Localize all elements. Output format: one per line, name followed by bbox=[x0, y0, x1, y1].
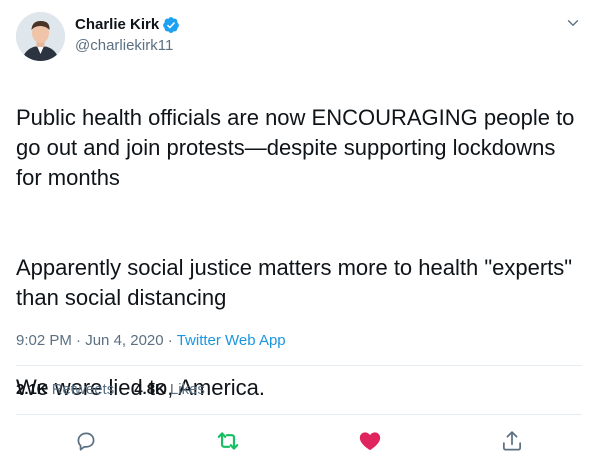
meta-separator: · bbox=[71, 332, 86, 349]
tweet-text: Public health officials are now ENCOURAG… bbox=[16, 73, 586, 433]
likes-count: 4.8K bbox=[134, 381, 166, 398]
handle[interactable]: @charliekirk11 bbox=[75, 36, 180, 56]
tweet-time[interactable]: 9:02 PM bbox=[16, 332, 72, 349]
divider bbox=[16, 414, 582, 415]
retweets-label: Retweets bbox=[51, 381, 115, 398]
share-icon[interactable] bbox=[499, 428, 525, 454]
reply-icon[interactable] bbox=[73, 428, 99, 454]
user-avatar-icon bbox=[16, 12, 65, 61]
retweets-count: 2.1K bbox=[16, 381, 48, 398]
tweet-meta: 9:02 PM · Jun 4, 2020 · Twitter Web App bbox=[16, 331, 286, 351]
tweet-paragraph: Apparently social justice matters more t… bbox=[16, 255, 573, 310]
tweet-actions bbox=[0, 424, 598, 458]
author-info: Charlie Kirk @charliekirk11 bbox=[75, 15, 180, 56]
tweet-paragraph: Public health officials are now ENCOURAG… bbox=[16, 105, 575, 190]
heart-icon[interactable] bbox=[357, 428, 383, 454]
divider bbox=[16, 365, 582, 366]
likes-label: Likes bbox=[169, 381, 205, 398]
tweet-date[interactable]: Jun 4, 2020 bbox=[85, 332, 163, 349]
retweets-stat[interactable]: 2.1K Retweets bbox=[16, 380, 114, 400]
avatar[interactable] bbox=[16, 12, 65, 61]
meta-separator: · bbox=[163, 332, 177, 349]
tweet-source-link[interactable]: Twitter Web App bbox=[177, 332, 286, 349]
display-name[interactable]: Charlie Kirk bbox=[75, 15, 159, 35]
verified-badge-icon bbox=[162, 16, 180, 34]
tweet-stats: 2.1K Retweets 4.8K Likes bbox=[16, 380, 225, 400]
name-row: Charlie Kirk bbox=[75, 15, 180, 35]
chevron-down-icon[interactable] bbox=[564, 14, 582, 32]
likes-stat[interactable]: 4.8K Likes bbox=[134, 380, 205, 400]
tweet-card: Charlie Kirk @charliekirk11 Public healt… bbox=[0, 0, 598, 464]
tweet-header: Charlie Kirk @charliekirk11 bbox=[16, 12, 582, 61]
retweet-icon[interactable] bbox=[215, 428, 241, 454]
